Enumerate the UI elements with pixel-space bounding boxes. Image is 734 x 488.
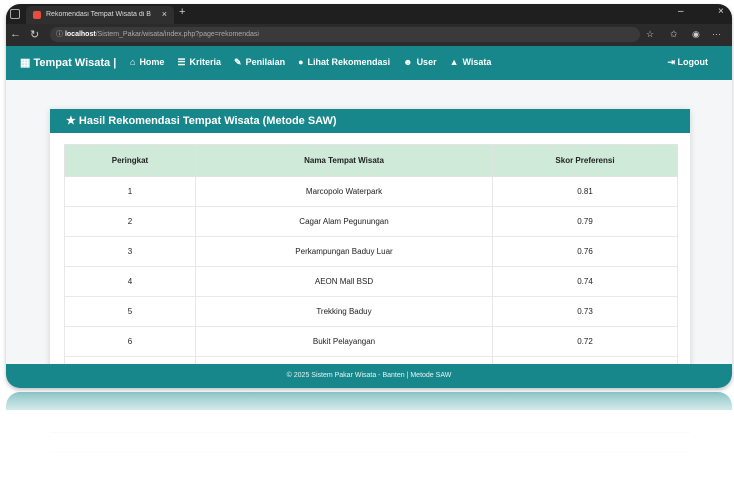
brand-label: Tempat Wisata | — [33, 57, 117, 69]
table-row: 5 Trekking Baduy 0.73 — [64, 296, 678, 327]
screenshot-reflection — [6, 392, 732, 488]
results-card: ★ Hasil Rekomendasi Tempat Wisata (Metod… — [50, 109, 690, 387]
tab-bar: Rekomendasi Tempat Wisata di B × + – × — [6, 4, 732, 24]
table-row: 4 AEON Mall BSD 0.74 — [64, 266, 678, 297]
table-header-row: Peringkat Nama Tempat Wisata Skor Prefer… — [64, 144, 678, 177]
browser-tab[interactable]: Rekomendasi Tempat Wisata di B × — [26, 6, 174, 24]
name-cell: Bukit Pelayangan — [195, 326, 493, 357]
rank-cell: 2 — [64, 206, 196, 237]
rank-cell: 4 — [64, 266, 196, 297]
column-header-nama: Nama Tempat Wisata — [195, 144, 493, 177]
url-field[interactable]: ⓘ localhost/Sistem_Pakar/wisata/index.ph… — [50, 27, 640, 42]
rank-cell: 6 — [64, 326, 196, 357]
minimize-icon[interactable]: – — [678, 6, 684, 17]
favorite-icon[interactable]: ☆ — [646, 29, 654, 40]
map-icon: ▦ — [20, 57, 34, 69]
score-cell: 0.72 — [492, 326, 678, 357]
tab-close-icon[interactable]: × — [162, 9, 167, 19]
back-icon[interactable]: ← — [10, 28, 21, 40]
users-icon: ☻ — [403, 57, 413, 67]
tab-actions-icon[interactable] — [10, 9, 20, 19]
nav-item-label: Wisata — [462, 57, 492, 67]
mountain-icon: ▲ — [449, 57, 459, 67]
score-cell: 0.79 — [492, 206, 678, 237]
table-row: 1 Marcopolo Waterpark 0.81 — [64, 176, 678, 207]
logout-button[interactable]: ⇥ Logout — [667, 57, 708, 68]
close-window-icon[interactable]: × — [718, 6, 724, 17]
column-header-skor: Skor Preferensi — [492, 144, 678, 177]
address-bar: ← ↻ ⓘ localhost/Sistem_Pakar/wisata/inde… — [6, 24, 732, 46]
list-icon: ☰ — [177, 57, 186, 67]
url-path: /Sistem_Pakar/wisata/index.php?page=reko… — [95, 31, 259, 38]
footer-text: © 2025 Sistem Pakar Wisata - Banten | Me… — [286, 372, 452, 379]
table-row: 3 Perkampungan Baduy Luar 0.76 — [64, 236, 678, 267]
nav-item-label: Lihat Rekomendasi — [307, 57, 391, 67]
results-table: Peringkat Nama Tempat Wisata Skor Prefer… — [64, 144, 678, 387]
nav-item-penilaian[interactable]: ✎ Penilaian — [234, 57, 285, 68]
edit-icon: ✎ — [234, 57, 242, 67]
collections-icon[interactable]: ✩ — [670, 29, 678, 40]
name-cell: Cagar Alam Pegunungan — [195, 206, 493, 237]
score-cell: 0.76 — [492, 236, 678, 267]
star-icon: ★ — [66, 115, 79, 127]
page-footer: © 2025 Sistem Pakar Wisata - Banten | Me… — [6, 364, 732, 388]
rank-cell: 1 — [64, 176, 196, 207]
nav-item-rekomendasi[interactable]: ● Lihat Rekomendasi — [298, 57, 390, 68]
nav-item-label: Kriteria — [189, 57, 222, 67]
info-icon[interactable]: ⓘ — [56, 31, 65, 38]
browser-window: Rekomendasi Tempat Wisata di B × + – × ←… — [6, 4, 732, 388]
more-menu-icon[interactable]: ··· — [712, 29, 721, 39]
name-cell: AEON Mall BSD — [195, 266, 493, 297]
nav-item-kriteria[interactable]: ☰ Kriteria — [177, 57, 221, 68]
rank-cell: 5 — [64, 296, 196, 327]
table-row: 6 Bukit Pelayangan 0.72 — [64, 326, 678, 357]
name-cell: Marcopolo Waterpark — [195, 176, 493, 207]
brand[interactable]: ▦ Tempat Wisata | — [20, 56, 116, 69]
logout-label: Logout — [677, 57, 709, 67]
score-cell: 0.74 — [492, 266, 678, 297]
nav-item-wisata[interactable]: ▲ Wisata — [450, 57, 492, 68]
app-navbar: ▦ Tempat Wisata | ⌂ Home ☰ Kriteria ✎ Penil… — [6, 46, 732, 80]
lightbulb-icon: ● — [298, 57, 304, 67]
url-host: localhost — [64, 31, 96, 38]
nav-item-user[interactable]: ☻ User — [403, 57, 437, 68]
name-cell: Trekking Baduy — [195, 296, 493, 327]
nav-item-label: Penilaian — [245, 57, 286, 67]
new-tab-icon[interactable]: + — [179, 6, 185, 18]
favicon-icon — [33, 11, 41, 19]
table-row: 2 Cagar Alam Pegunungan 0.79 — [64, 206, 678, 237]
logout-icon: ⇥ — [667, 57, 678, 67]
home-icon: ⌂ — [130, 57, 136, 67]
main-content: ★ Hasil Rekomendasi Tempat Wisata (Metod… — [6, 80, 732, 387]
nav-item-home[interactable]: ⌂ Home — [130, 57, 164, 68]
name-cell: Perkampungan Baduy Luar — [195, 236, 493, 267]
rank-cell: 3 — [64, 236, 196, 267]
nav-item-label: User — [416, 57, 437, 67]
profile-icon[interactable]: ◉ — [692, 29, 700, 40]
score-cell: 0.73 — [492, 296, 678, 327]
reload-icon[interactable]: ↻ — [30, 28, 39, 41]
score-cell: 0.81 — [492, 176, 678, 207]
card-header: ★ Hasil Rekomendasi Tempat Wisata (Metod… — [50, 109, 690, 133]
tab-title: Rekomendasi Tempat Wisata di B — [46, 11, 151, 18]
card-title: Hasil Rekomendasi Tempat Wisata (Metode … — [78, 115, 337, 127]
nav-menu: ⌂ Home ☰ Kriteria ✎ Penilaian ● Lihat Rekome… — [130, 57, 491, 68]
column-header-peringkat: Peringkat — [64, 144, 196, 177]
reflection-fade — [6, 392, 732, 488]
nav-item-label: Home — [139, 57, 165, 67]
